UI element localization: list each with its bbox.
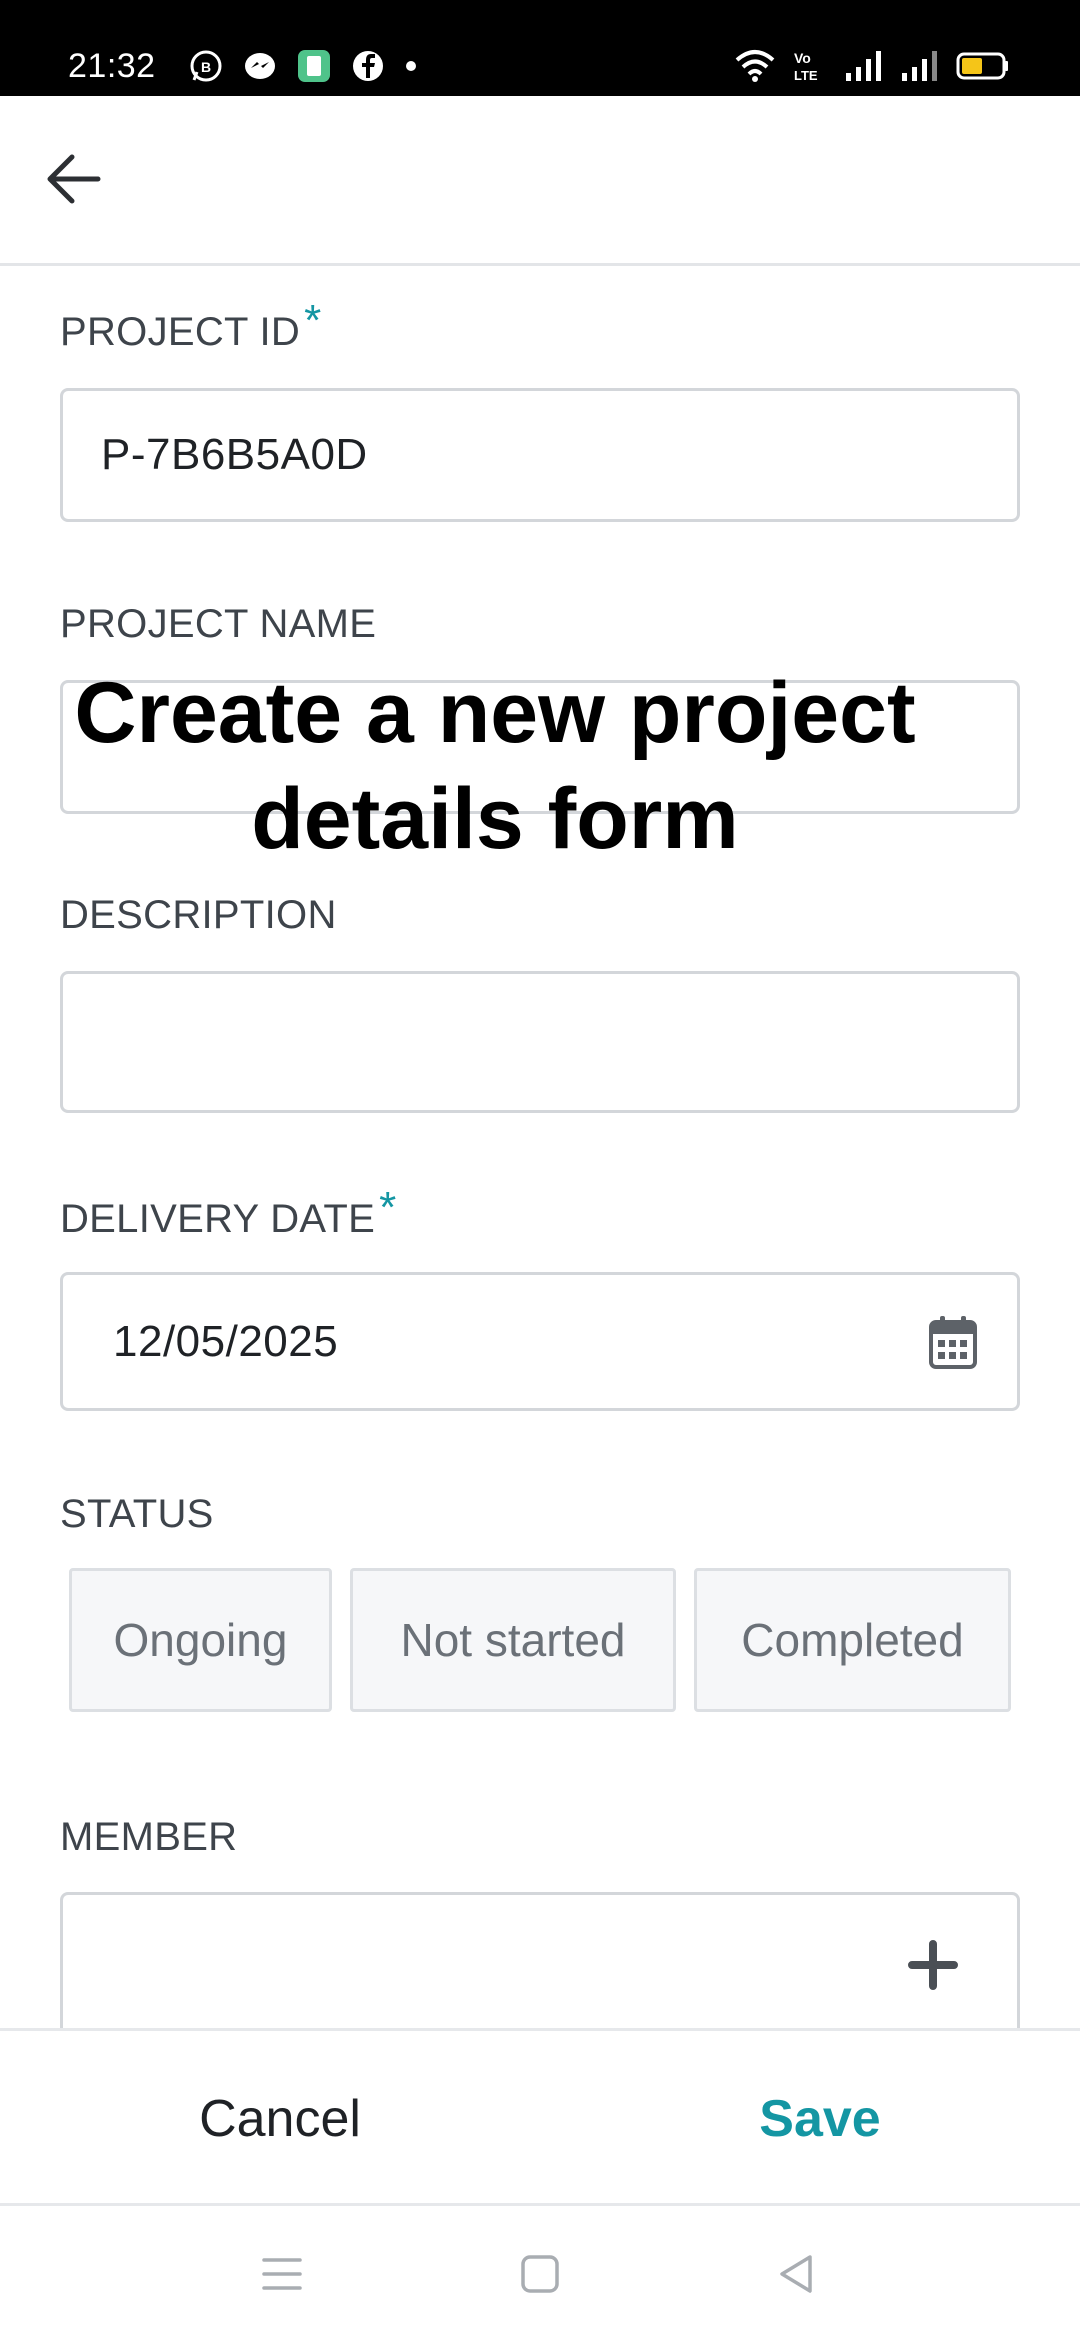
whatsapp-business-icon: B [188,48,224,84]
battery-icon [956,51,1010,81]
project-id-value: P-7B6B5A0D [101,430,368,479]
menu-icon [262,2258,302,2290]
status-bar: 21:32 B Vo LTE [0,0,1080,96]
volte-icon: Vo LTE [792,48,828,84]
project-form-screen: 21:32 B Vo LTE PROJECT ID* P-7B6B5A0D PR… [0,0,1080,2340]
facebook-icon [350,48,386,84]
recent-apps-button[interactable] [252,2246,312,2302]
home-icon [521,2255,559,2293]
save-button[interactable]: Save [600,2031,1040,2206]
arrow-left-icon [47,154,101,204]
back-triangle-icon [780,2255,812,2293]
delivery-date-value: 12/05/2025 [113,1316,339,1366]
calendar-button[interactable] [925,1312,981,1372]
description-label: DESCRIPTION [60,893,337,937]
project-id-label-text: PROJECT ID [60,310,301,354]
app-header [0,96,1080,266]
status-option-not-started[interactable]: Not started [350,1568,676,1712]
description-field[interactable] [60,971,1020,1113]
status-option-ongoing[interactable]: Ongoing [69,1568,332,1712]
home-button[interactable] [510,2246,570,2302]
overlay-caption-line-1: Create a new project [74,665,916,761]
action-bar: Cancel Save [0,2028,1080,2206]
delivery-date-label-text: DELIVERY DATE [60,1197,376,1241]
delivery-date-label: DELIVERY DATE* [60,1183,397,1243]
system-nav-bar [0,2206,1080,2340]
back-button[interactable] [36,142,110,216]
status-time: 21:32 [68,47,156,85]
signal-icon [844,49,884,83]
cancel-button[interactable]: Cancel [60,2031,500,2206]
messenger-icon [242,48,278,84]
wifi-icon [734,48,776,84]
svg-text:B: B [201,59,211,75]
svg-text:LTE: LTE [794,68,818,83]
signal-icon [900,49,940,83]
add-member-button[interactable] [903,1935,963,1995]
project-name-label: PROJECT NAME [60,602,377,646]
dot-icon [404,59,418,73]
project-id-field[interactable]: P-7B6B5A0D [60,388,1020,522]
delivery-date-field[interactable]: 12/05/2025 [60,1272,1020,1411]
system-back-button[interactable] [766,2246,826,2302]
required-mark: * [379,1183,397,1232]
plus-icon [908,1940,958,1990]
status-option-completed[interactable]: Completed [694,1568,1011,1712]
required-mark: * [304,296,322,345]
overlay-caption: Create a new project details form [0,660,990,872]
overlay-caption-line-2: details form [251,771,739,867]
svg-text:Vo: Vo [794,50,811,66]
calculator-app-icon [296,48,332,84]
calendar-icon [929,1315,977,1369]
status-label: STATUS [60,1492,214,1536]
project-id-label: PROJECT ID* [60,296,322,356]
member-label: MEMBER [60,1815,238,1859]
